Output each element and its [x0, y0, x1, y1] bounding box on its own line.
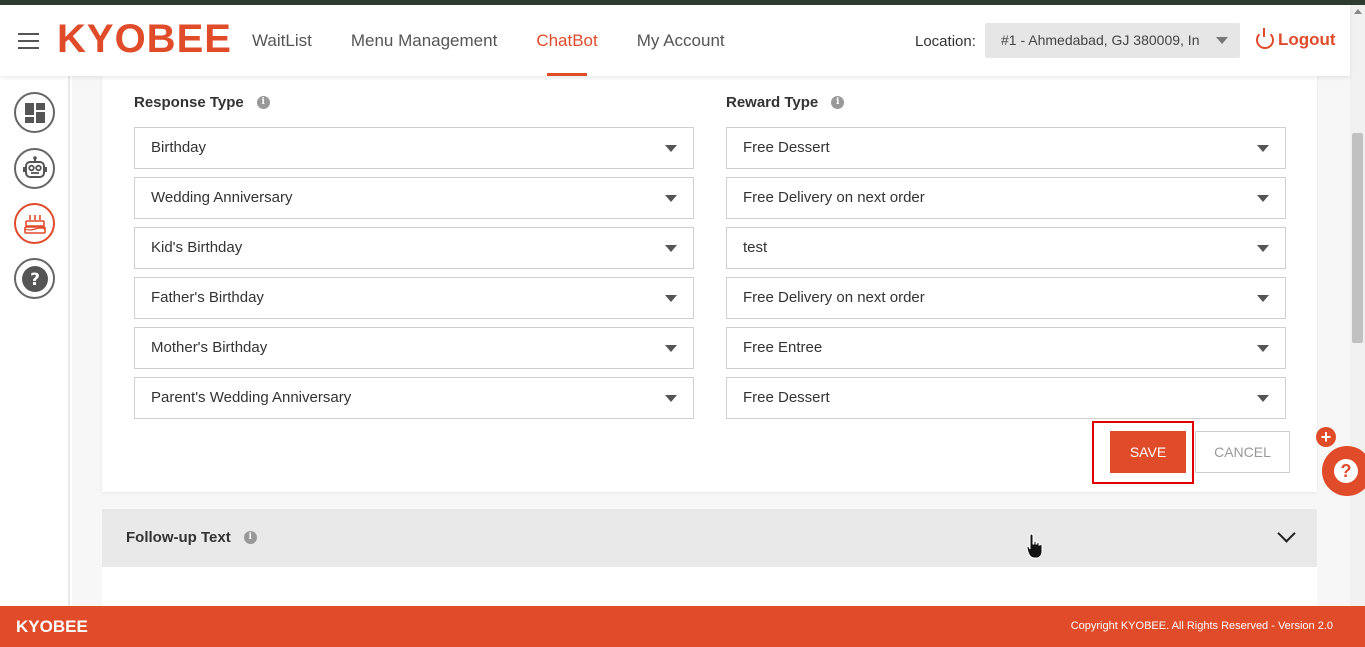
response-type-value: Birthday: [151, 139, 207, 156]
chat-support-button[interactable]: ?: [1322, 446, 1365, 496]
chatbot-icon[interactable]: [14, 148, 55, 189]
reward-type-select[interactable]: Free Dessert: [726, 377, 1286, 419]
caret-down-icon: [1257, 195, 1269, 202]
reward-type-select[interactable]: test: [726, 227, 1286, 269]
response-type-value: Father's Birthday: [151, 289, 264, 306]
follow-up-panel: [102, 567, 1317, 606]
nav-item-chatbot[interactable]: ChatBot: [536, 5, 598, 76]
caret-down-icon: [1257, 245, 1269, 252]
left-sidebar: ?: [0, 76, 70, 606]
chat-bubble-icon: ?: [1334, 459, 1358, 483]
nav-item-waitlist[interactable]: WaitList: [252, 5, 312, 76]
cancel-button[interactable]: CANCEL: [1195, 431, 1290, 473]
reward-type-select[interactable]: Free Entree: [726, 327, 1286, 369]
caret-down-icon: [665, 345, 677, 352]
response-type-header: Response Type i: [134, 94, 270, 111]
location-select[interactable]: #1 - Ahmedabad, GJ 380009, In: [985, 23, 1240, 58]
info-icon[interactable]: i: [243, 531, 257, 544]
hand-cursor-icon: [1026, 533, 1043, 559]
response-type-label: Response Type: [134, 94, 244, 111]
follow-up-text-label: Follow-up Text: [126, 529, 231, 546]
response-reward-card: Response Type i Reward Type i Birthday F…: [102, 76, 1317, 492]
response-type-select[interactable]: Birthday: [134, 127, 694, 169]
nav-item-my-account[interactable]: My Account: [637, 5, 725, 76]
reward-type-value: test: [743, 239, 768, 256]
footer-copyright: Copyright KYOBEE. All Rights Reserved - …: [1070, 620, 1333, 632]
caret-down-icon: [1257, 145, 1269, 152]
dashboard-icon[interactable]: [14, 92, 55, 133]
reward-type-value: Free Dessert: [743, 389, 830, 406]
nav-item-menu-management[interactable]: Menu Management: [351, 5, 497, 76]
help-icon[interactable]: ?: [14, 258, 55, 299]
info-icon[interactable]: i: [831, 96, 845, 109]
location-label: Location:: [915, 33, 976, 50]
follow-up-text-accordion[interactable]: Follow-up Text i: [102, 509, 1317, 567]
birthday-cake-icon[interactable]: [14, 203, 55, 244]
caret-down-icon: [1257, 395, 1269, 402]
reward-type-select[interactable]: Free Delivery on next order: [726, 177, 1286, 219]
response-type-select[interactable]: Father's Birthday: [134, 277, 694, 319]
reward-type-header: Reward Type i: [726, 94, 845, 111]
plus-icon[interactable]: +: [1316, 427, 1336, 447]
footer-brand: KYOBEE: [16, 617, 88, 636]
app-footer: KYOBEE Copyright KYOBEE. All Rights Rese…: [0, 606, 1365, 647]
reward-type-select[interactable]: Free Delivery on next order: [726, 277, 1286, 319]
caret-down-icon: [665, 195, 677, 202]
caret-down-icon: [665, 245, 677, 252]
app-header: KYOBEE WaitList Menu Management ChatBot …: [0, 5, 1350, 76]
chevron-down-icon[interactable]: [1277, 524, 1296, 543]
location-value: #1 - Ahmedabad, GJ 380009, In: [1001, 32, 1200, 48]
response-type-value: Mother's Birthday: [151, 339, 268, 356]
logout-label: Logout: [1278, 30, 1336, 49]
hamburger-menu-icon[interactable]: [18, 33, 39, 50]
response-type-value: Wedding Anniversary: [151, 189, 293, 206]
response-type-select[interactable]: Parent's Wedding Anniversary: [134, 377, 694, 419]
follow-up-text-header: Follow-up Text i: [126, 529, 257, 546]
reward-type-value: Free Delivery on next order: [743, 189, 925, 206]
caret-down-icon: [1216, 37, 1228, 44]
kyobee-logo[interactable]: KYOBEE: [57, 17, 232, 62]
logout-button[interactable]: Logout: [1256, 28, 1336, 50]
response-type-value: Parent's Wedding Anniversary: [151, 389, 352, 406]
reward-type-value: Free Delivery on next order: [743, 289, 925, 306]
response-type-value: Kid's Birthday: [151, 239, 243, 256]
reward-type-value: Free Dessert: [743, 139, 830, 156]
caret-down-icon: [665, 295, 677, 302]
caret-down-icon: [1257, 295, 1269, 302]
caret-down-icon: [1257, 345, 1269, 352]
reward-type-select[interactable]: Free Dessert: [726, 127, 1286, 169]
scroll-up-arrow-icon[interactable]: [1354, 9, 1362, 14]
caret-down-icon: [665, 395, 677, 402]
vertical-scrollbar[interactable]: [1350, 5, 1365, 606]
svg-text:?: ?: [30, 270, 40, 290]
info-icon[interactable]: i: [256, 96, 270, 109]
main-content: Response Type i Reward Type i Birthday F…: [72, 76, 1350, 606]
scrollbar-thumb[interactable]: [1352, 133, 1363, 343]
reward-type-label: Reward Type: [726, 94, 819, 111]
power-icon: [1256, 28, 1274, 49]
response-type-select[interactable]: Kid's Birthday: [134, 227, 694, 269]
save-button[interactable]: SAVE: [1110, 431, 1186, 473]
main-nav: WaitList Menu Management ChatBot My Acco…: [252, 5, 764, 76]
reward-type-value: Free Entree: [743, 339, 823, 356]
response-type-select[interactable]: Wedding Anniversary: [134, 177, 694, 219]
response-type-select[interactable]: Mother's Birthday: [134, 327, 694, 369]
caret-down-icon: [665, 145, 677, 152]
